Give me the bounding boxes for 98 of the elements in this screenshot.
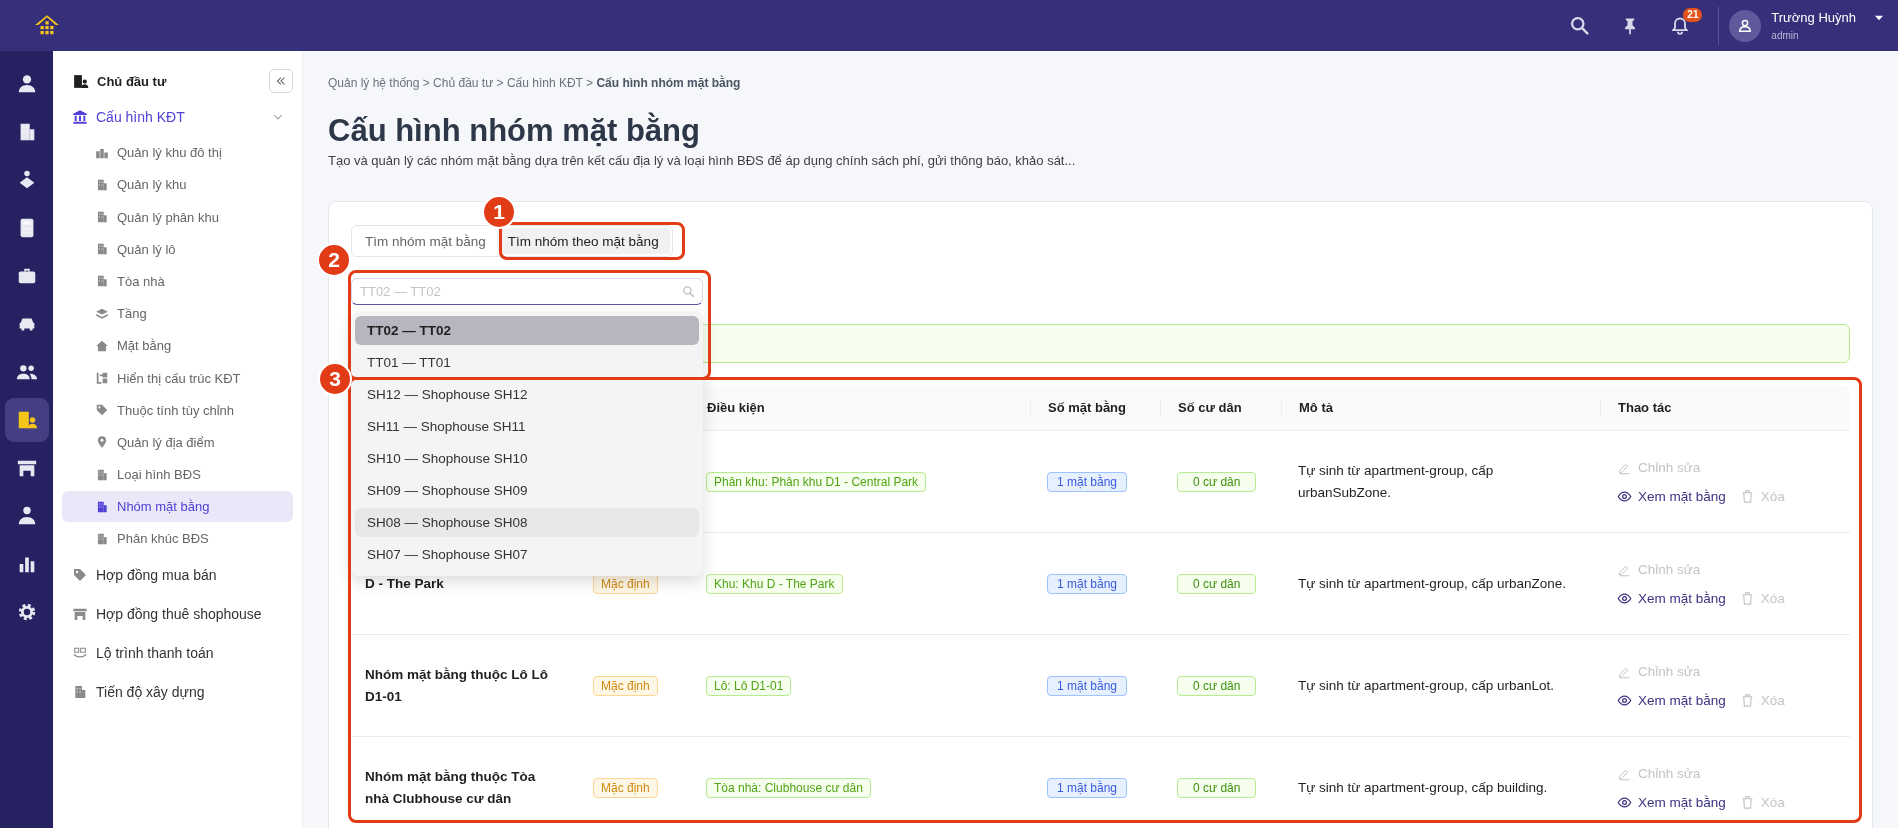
dropdown-option[interactable]: SH09 — Shophouse SH09: [355, 476, 699, 505]
sidebar-item[interactable]: Hợp đồng thuê shophouse: [62, 594, 293, 633]
sidebar-subitem[interactable]: Quản lý địa điểm: [62, 426, 293, 458]
user-name: Trường Huỳnh: [1771, 10, 1856, 25]
description-text: Tự sinh từ apartment-group, cấp urbanSubZone.: [1298, 461, 1495, 502]
sidebar-title: Chủ đầu tư: [97, 73, 167, 89]
dropdown-option[interactable]: TT02 — TT02: [355, 316, 699, 345]
resident-count-tag: 0 cư dân: [1177, 675, 1257, 696]
notification-badge: 21: [1683, 7, 1703, 22]
annotation-marker: 2: [317, 243, 351, 277]
description-text: Tự sinh từ apartment-group, cấp urbanZone.: [1298, 574, 1566, 593]
apartment-count-tag: 1 mặt bằng: [1047, 471, 1128, 492]
condition-tag: Lô: Lô D1-01: [706, 675, 792, 696]
tree-structure-icon: [95, 371, 109, 385]
sidebar-subitem[interactable]: Tòa nhà: [62, 265, 293, 297]
sidebar-subitem[interactable]: Tầng: [62, 298, 293, 330]
double-chevron-icon: [274, 74, 288, 88]
eye-icon: [1617, 794, 1632, 810]
search-icon: [682, 285, 695, 298]
column-header: Mô tả: [1281, 397, 1600, 418]
location-pin-icon: [95, 435, 109, 450]
building-icon: [95, 242, 109, 257]
eye-icon: [1617, 590, 1632, 606]
avatar[interactable]: [1729, 9, 1762, 42]
column-header: Số cư dân: [1160, 397, 1281, 418]
sidebar-item[interactable]: Cấu hình KĐT: [62, 98, 293, 136]
view-button[interactable]: Xem mặt bằng: [1617, 488, 1726, 504]
building-person-icon: [72, 72, 89, 90]
building-icon: [95, 210, 109, 225]
apartment-count-tag: 1 mặt bằng: [1047, 573, 1128, 594]
group-name: Nhóm mặt bằng thuộc Lô Lô D1-01: [365, 665, 549, 706]
sidebar-subitem[interactable]: Quản lý lô: [62, 233, 293, 265]
building-icon: [95, 274, 109, 289]
user-role: admin: [1771, 30, 1800, 41]
eye-icon: [1617, 692, 1632, 708]
sidebar-subitem[interactable]: Nhóm mặt bằng: [62, 491, 293, 523]
dropdown-option[interactable]: SH08 — Shophouse SH08: [355, 508, 699, 537]
rail-item[interactable]: [4, 398, 49, 442]
tag-icon: [95, 403, 109, 418]
sidebar-subitem[interactable]: Quản lý khu đô thị: [62, 137, 293, 169]
condition-tag: Tòa nhà: Clubhouse cư dân: [706, 777, 871, 798]
sidebar-subitem[interactable]: Phân khúc BĐS: [62, 523, 293, 555]
type-tag: Mặc định: [593, 777, 658, 798]
annotation-marker: 3: [318, 362, 352, 396]
sidebar-subitem[interactable]: Mặt bằng: [62, 330, 293, 362]
column-header: Số mặt bằng: [1030, 397, 1160, 418]
building-icon: [95, 467, 109, 482]
sidebar-item[interactable]: Hợp đồng mua bán: [62, 555, 293, 594]
dropdown-option[interactable]: SH10 — Shophouse SH10: [355, 444, 699, 473]
search-field[interactable]: TT02 — TT02: [351, 278, 703, 305]
sidebar-item[interactable]: Lộ trình thanh toán: [62, 633, 293, 672]
layers-icon: [95, 306, 109, 321]
tab[interactable]: Tìm nhóm theo mặt bằng: [496, 228, 670, 254]
collapse-button[interactable]: [269, 69, 293, 93]
page-title: Cấu hình nhóm mặt bằng: [328, 111, 701, 150]
sidebar-item[interactable]: Tiến độ xây dựng: [62, 672, 293, 711]
breadcrumb-item[interactable]: Quản lý hệ thống: [328, 76, 420, 90]
bank-icon: [72, 109, 88, 125]
sidebar-subitem[interactable]: Quản lý phân khu: [62, 201, 293, 233]
sidebar-subitem[interactable]: Loại hình BĐS: [62, 459, 293, 491]
sidebar-subitem[interactable]: Hiển thị cấu trúc KĐT: [62, 362, 293, 394]
eye-icon: [1617, 488, 1632, 504]
resident-count-tag: 0 cư dân: [1177, 777, 1257, 798]
resident-count-tag: 0 cư dân: [1177, 471, 1257, 492]
type-tag: Mặc định: [593, 675, 658, 696]
column-header: Thao tác: [1600, 397, 1850, 418]
breadcrumb-separator: >: [495, 76, 505, 90]
building-icon: [95, 177, 109, 192]
view-button[interactable]: Xem mặt bằng: [1617, 794, 1726, 810]
tag-icon: [72, 566, 88, 583]
resident-count-tag: 0 cư dân: [1177, 573, 1257, 594]
condition-tag: Khu: Khu D - The Park: [706, 573, 843, 594]
apartment-count-tag: 1 mặt bằng: [1047, 675, 1128, 696]
description-text: Tự sinh từ apartment-group, cấp building.: [1298, 778, 1548, 797]
breadcrumb-item[interactable]: Cấu hình KĐT: [506, 76, 583, 90]
search-icon: [1569, 15, 1591, 36]
apartment-count-tag: 1 mặt bằng: [1047, 777, 1128, 798]
condition-tag: Phân khu: Phân khu D1 - Central Park: [706, 471, 927, 492]
building-icon: [72, 683, 88, 700]
breadcrumb-separator: >: [421, 76, 431, 90]
sidebar-subitem[interactable]: Thuộc tính tùy chỉnh: [62, 394, 293, 426]
house-icon: [95, 338, 109, 353]
dropdown-option[interactable]: SH07 — Shophouse SH07: [355, 540, 699, 569]
dropdown-option[interactable]: TT01 — TT01: [355, 348, 699, 377]
group-name: D - The Park: [365, 574, 444, 593]
page-subtitle: Tạo và quản lý các nhóm mặt bằng dựa trên kết cấu địa lý và loại hình BĐS để áp dụng chính sách phí, gửi thông báo, khảo sát...: [328, 152, 1077, 170]
breadcrumb-separator: >: [585, 76, 595, 90]
view-button[interactable]: Xem mặt bằng: [1617, 590, 1726, 606]
view-button[interactable]: Xem mặt bằng: [1617, 692, 1726, 708]
breadcrumb-item: Cấu hình nhóm mặt bằng: [596, 76, 741, 90]
group-name: Nhóm mặt bằng thuộc Tòa nhà Clubhouse cư dân: [365, 767, 537, 808]
annotation-marker: 1: [482, 195, 516, 229]
building-icon: [95, 499, 109, 514]
sidebar-subitem[interactable]: Quản lý khu: [62, 169, 293, 201]
description-text: Tự sinh từ apartment-group, cấp urbanLot.: [1298, 676, 1554, 695]
breadcrumb-item[interactable]: Chủ đầu tư: [433, 76, 494, 90]
building-icon: [95, 531, 109, 546]
search-button[interactable]: [1569, 15, 1591, 36]
